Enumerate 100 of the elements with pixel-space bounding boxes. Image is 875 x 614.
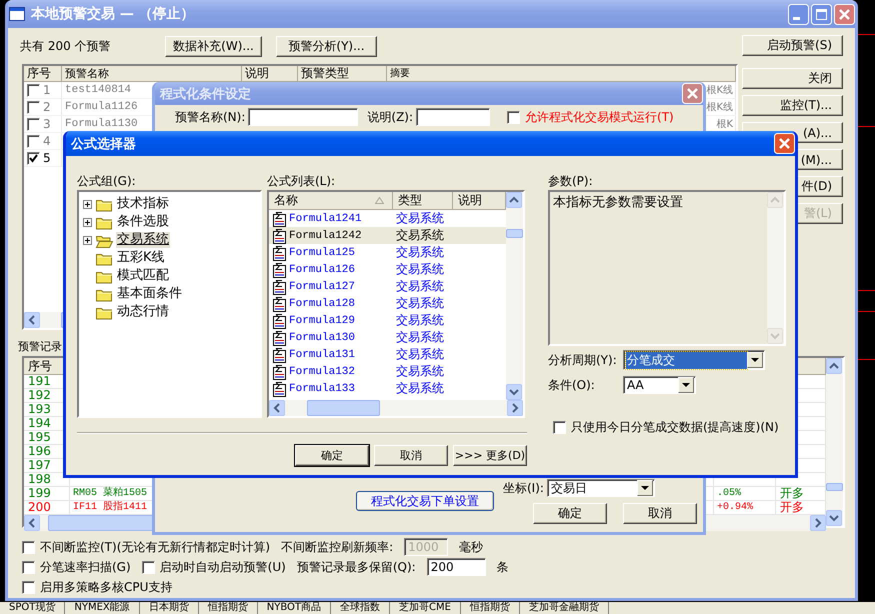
formula-icon bbox=[272, 296, 287, 312]
plus-box-icon[interactable] bbox=[83, 218, 92, 226]
tab[interactable]: 全球指数 bbox=[331, 602, 390, 614]
scroll-left-button[interactable] bbox=[24, 515, 40, 531]
dialog-button[interactable]: 取消 bbox=[623, 503, 697, 524]
dialog-button[interactable]: 确定 bbox=[295, 445, 369, 466]
checkbox-label: 启用多策略多核CPU支持 bbox=[40, 578, 172, 596]
close-button[interactable] bbox=[774, 133, 795, 154]
tab[interactable]: 芝加哥CME bbox=[390, 602, 461, 614]
tab[interactable]: 恒指期货 bbox=[198, 602, 258, 614]
column-header[interactable]: 预警名称 bbox=[62, 66, 242, 81]
side-button[interactable]: 启动预警(S) bbox=[742, 35, 843, 56]
checkbox[interactable] bbox=[22, 540, 35, 554]
dropdown-arrow-icon[interactable] bbox=[747, 352, 763, 368]
dropdown-arrow-icon[interactable] bbox=[678, 377, 694, 393]
scrollbar-thumb[interactable] bbox=[826, 482, 843, 491]
scroll-left-button[interactable] bbox=[269, 400, 285, 416]
field-label: 条件(O): bbox=[548, 376, 596, 394]
alert-count: 共有 200 个预警 bbox=[20, 38, 112, 54]
list-row[interactable]: Formula1242 交易系统 bbox=[269, 227, 506, 244]
toolbar-button[interactable]: 数据补充(W)... bbox=[165, 36, 262, 56]
input-field[interactable] bbox=[248, 108, 358, 126]
plus-box-icon[interactable] bbox=[83, 236, 92, 244]
checkbox[interactable] bbox=[27, 134, 40, 148]
scroll-down-button[interactable] bbox=[506, 384, 522, 400]
column-header[interactable]: 名称 bbox=[269, 192, 393, 209]
dropdown[interactable]: AA bbox=[623, 376, 696, 394]
scroll-up-button[interactable] bbox=[826, 358, 842, 374]
list-cell: Formula128 bbox=[289, 298, 356, 310]
list-cell: Formula125 bbox=[289, 246, 356, 258]
side-button[interactable]: 关闭 bbox=[742, 68, 843, 89]
plus-box-icon[interactable] bbox=[83, 200, 92, 208]
field-label: 参数(P): bbox=[548, 174, 594, 190]
checkbox[interactable] bbox=[553, 421, 566, 434]
scroll-right-button[interactable] bbox=[507, 400, 523, 416]
list-row[interactable]: Formula131 交易系统 bbox=[269, 346, 506, 363]
list-cell: Formula1241 bbox=[289, 212, 362, 224]
input-field[interactable] bbox=[416, 108, 490, 126]
row-number: 2 bbox=[43, 100, 51, 114]
side-button[interactable]: 监控(T)... bbox=[742, 95, 843, 116]
formula-icon bbox=[272, 210, 287, 226]
tree-item[interactable]: 条件选股 bbox=[116, 214, 170, 230]
tree-item[interactable]: 技术指标 bbox=[116, 196, 170, 212]
tab[interactable]: 芝加哥金融期货 bbox=[520, 602, 609, 614]
list-row[interactable]: Formula132 交易系统 bbox=[269, 363, 506, 380]
tree-item[interactable]: 五彩K线 bbox=[116, 250, 166, 266]
tab[interactable]: SPOT现货 bbox=[0, 602, 66, 614]
list-row[interactable]: Formula127 交易系统 bbox=[269, 278, 506, 295]
tab[interactable]: 日本期货 bbox=[140, 602, 199, 614]
list-row[interactable]: Formula125 交易系统 bbox=[269, 244, 506, 261]
dropdown-arrow-icon[interactable] bbox=[636, 480, 653, 496]
list-row[interactable]: Formula1241 交易系统 bbox=[269, 210, 506, 227]
field-label: 坐标(I): bbox=[503, 480, 544, 496]
checkbox[interactable] bbox=[27, 152, 40, 164]
checkbox[interactable] bbox=[22, 580, 35, 594]
list-cell-text: 交易系统 bbox=[395, 278, 445, 295]
column-header[interactable]: 序号 bbox=[24, 66, 62, 81]
tree-item[interactable]: 基本面条件 bbox=[116, 286, 183, 302]
formula-icon bbox=[272, 312, 287, 328]
tree-item[interactable]: 模式匹配 bbox=[116, 268, 170, 284]
window-title: 公式选择器 bbox=[70, 136, 137, 152]
column-header[interactable]: 预警类型 bbox=[298, 66, 387, 81]
dropdown[interactable]: 交易日 bbox=[546, 479, 655, 497]
checkbox[interactable] bbox=[142, 560, 155, 574]
toolbar-button[interactable]: 预警分析(Y)... bbox=[276, 36, 377, 56]
scrollbar-thumb[interactable] bbox=[506, 229, 523, 238]
list-row[interactable]: Formula126 交易系统 bbox=[269, 261, 506, 278]
list-row[interactable]: Formula129 交易系统 bbox=[269, 312, 506, 329]
checkbox[interactable] bbox=[27, 84, 40, 96]
list-row[interactable]: Formula128 交易系统 bbox=[269, 295, 506, 312]
dialog-button[interactable]: >>> 更多(D) bbox=[453, 445, 527, 466]
dialog-button[interactable]: 确定 bbox=[533, 503, 607, 524]
option-label: 毫秒 bbox=[459, 538, 484, 556]
order-settings-button[interactable]: 程式化交易下单设置 bbox=[356, 491, 494, 511]
tree-item[interactable]: 动态行情 bbox=[116, 304, 170, 320]
checkbox[interactable] bbox=[27, 118, 40, 130]
option-label: 预警记录最多保留(Q): bbox=[296, 558, 416, 576]
column-header[interactable]: 类型 bbox=[393, 192, 453, 209]
dialog-button[interactable]: 取消 bbox=[374, 445, 448, 466]
scroll-up-button[interactable] bbox=[506, 192, 522, 208]
scrollbar-thumb[interactable] bbox=[307, 400, 380, 416]
checkbox[interactable] bbox=[507, 110, 520, 124]
checkbox[interactable] bbox=[22, 560, 35, 574]
window-title: 本地预警交易 — （停止） bbox=[30, 5, 196, 23]
scroll-left-button[interactable] bbox=[24, 312, 40, 328]
list-row[interactable]: Formula130 交易系统 bbox=[269, 329, 506, 346]
column-header[interactable]: 摘要 bbox=[387, 66, 736, 81]
section-label: 预警记录 bbox=[18, 339, 62, 354]
tab[interactable]: 恒指期货 bbox=[460, 602, 520, 614]
scroll-right-button[interactable] bbox=[810, 515, 826, 531]
list-row[interactable]: Formula133 交易系统 bbox=[269, 380, 506, 397]
table-cell: 200 bbox=[24, 501, 70, 514]
scroll-down-button[interactable] bbox=[826, 510, 842, 526]
dropdown[interactable]: 分笔成交 bbox=[623, 350, 765, 370]
formula-icon bbox=[272, 228, 287, 244]
column-header[interactable]: 说明 bbox=[242, 66, 298, 81]
input-field[interactable]: 200 bbox=[426, 558, 486, 576]
checkbox[interactable] bbox=[27, 100, 40, 114]
tree-item[interactable]: 交易系统 bbox=[116, 232, 170, 248]
tab[interactable]: NYMEX能源 bbox=[65, 602, 140, 614]
